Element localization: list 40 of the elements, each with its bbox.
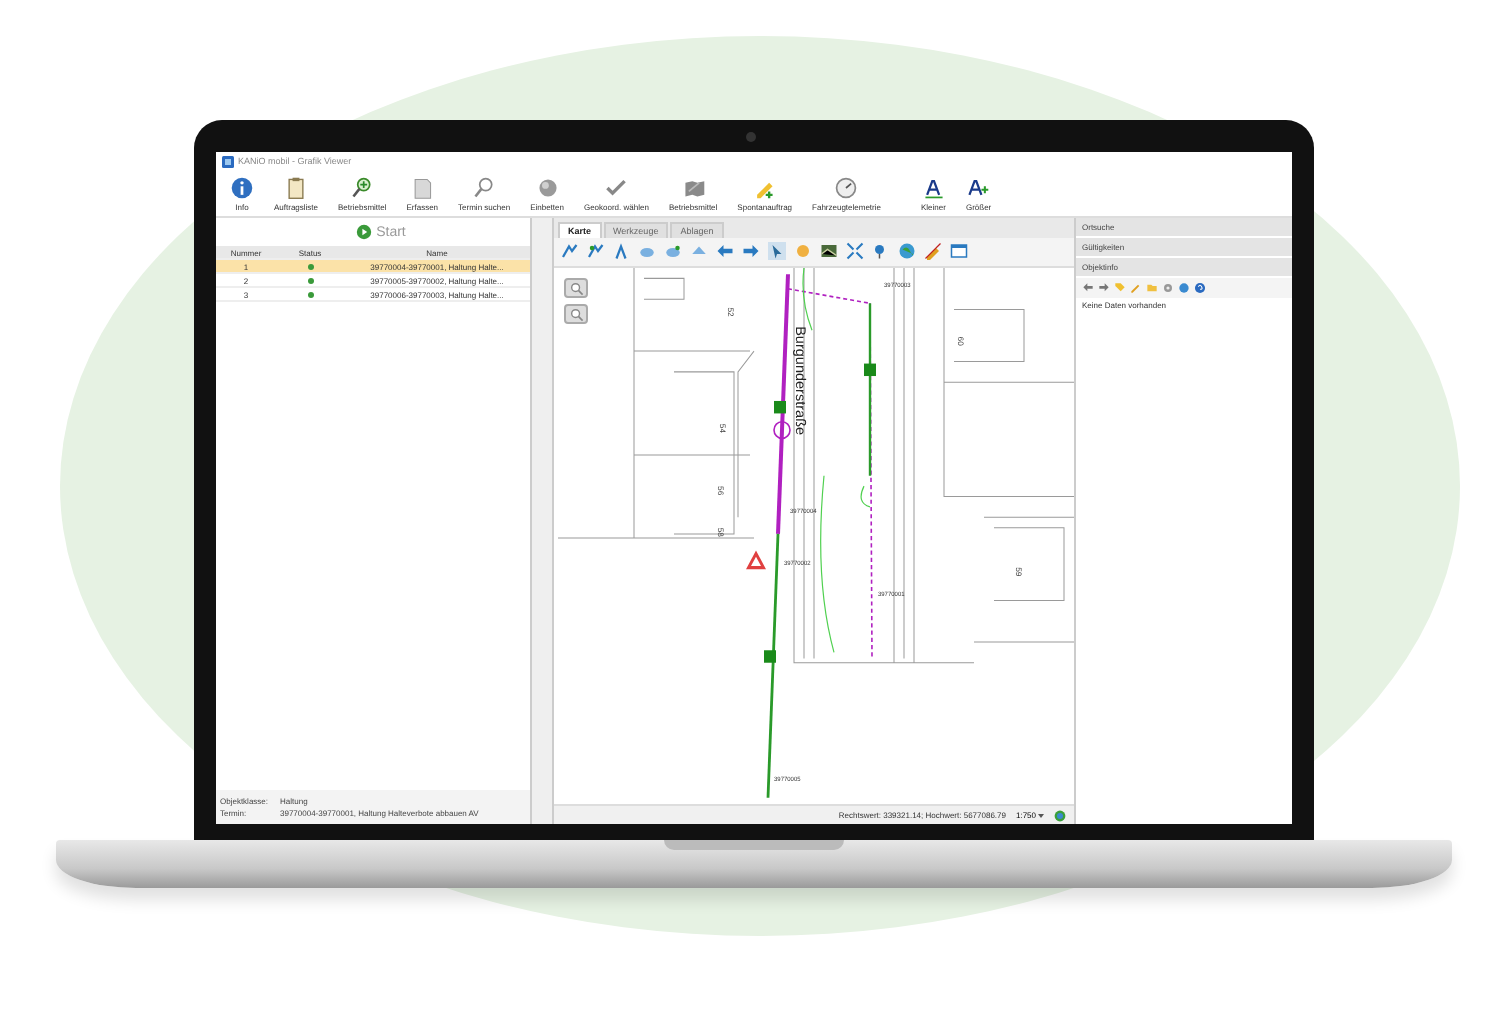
sphere-icon: [535, 176, 560, 200]
layer-icon: [560, 242, 578, 260]
arrow-right-icon[interactable]: [1098, 282, 1110, 294]
app-icon: [222, 155, 234, 167]
magnifier-icon: [569, 281, 583, 295]
zoom-in-button[interactable]: [564, 278, 588, 298]
caret-icon: [1038, 813, 1044, 817]
expand-icon: [846, 242, 864, 260]
magnifier-icon: [569, 307, 583, 321]
status-dot: [307, 263, 313, 269]
magnifier-plus-icon: [350, 176, 375, 200]
document-icon: [410, 176, 435, 200]
pencil-icon[interactable]: [1130, 282, 1142, 294]
font-smaller-icon: [921, 176, 946, 200]
map-tool-button[interactable]: [818, 242, 842, 262]
map-icon: [681, 176, 706, 200]
pointer-icon: [768, 242, 786, 260]
status-dot: [307, 277, 313, 283]
search-icon: [472, 176, 497, 200]
image-icon: [820, 242, 838, 260]
layer-icon: [586, 242, 604, 260]
help-icon[interactable]: [1194, 282, 1206, 294]
play-icon: [356, 224, 373, 240]
arrow-left-icon[interactable]: [1082, 282, 1094, 294]
pin-icon: [872, 242, 890, 260]
gear-icon[interactable]: [1162, 282, 1174, 294]
font-larger-icon: [966, 176, 991, 200]
checkmark-icon: [604, 176, 629, 200]
gauge-icon: [834, 176, 859, 200]
camera-icon: [746, 132, 756, 142]
warning-icon: [746, 550, 766, 570]
pencil-icon: [924, 242, 942, 260]
layer-icon: [612, 242, 630, 260]
arrow-right-icon: [742, 242, 760, 260]
arrow-left-icon: [716, 242, 734, 260]
info-icon: [230, 176, 254, 200]
zoom-out-button[interactable]: [564, 304, 588, 324]
clipboard-icon: [284, 176, 308, 200]
status-dot: [307, 291, 313, 297]
splitter-handle[interactable]: [532, 218, 552, 824]
